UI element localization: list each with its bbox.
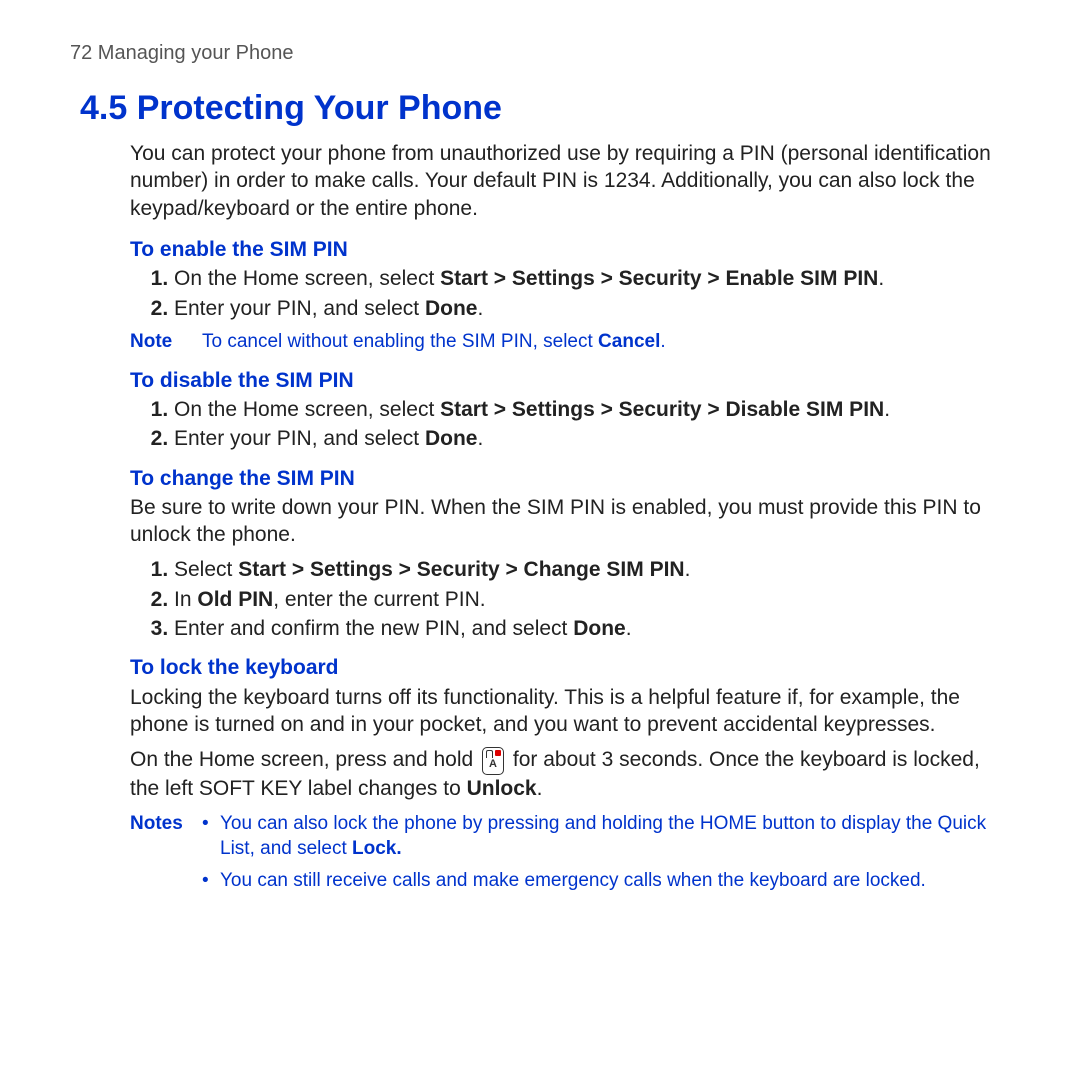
note-label: Note [130, 330, 202, 355]
text: You can also lock the phone by pressing … [220, 813, 986, 859]
note-row: Note To cancel without enabling the SIM … [130, 330, 1010, 355]
page-header: 72 Managing your Phone [70, 40, 1010, 66]
bold-text: Unlock [467, 777, 537, 800]
lock-desc: Locking the keyboard turns off its funct… [130, 684, 1010, 739]
section-title: 4.5 Protecting Your Phone [80, 86, 1010, 130]
list-item: On the Home screen, select Start > Setti… [174, 265, 1010, 292]
notes-block: Notes You can also lock the phone by pre… [130, 812, 1010, 902]
text: Enter and confirm the new PIN, and selec… [174, 617, 573, 640]
change-desc: Be sure to write down your PIN. When the… [130, 494, 1010, 549]
subhead-disable-sim-pin: To disable the SIM PIN [130, 367, 1010, 394]
bold-text: Done [573, 617, 626, 640]
bold-text: Done [425, 297, 478, 320]
lock-instruction: On the Home screen, press and hold for a… [130, 746, 1010, 802]
bold-text: Done [425, 427, 478, 450]
bold-text: Lock. [352, 838, 402, 859]
text: To cancel without enabling the SIM PIN, … [202, 331, 598, 352]
steps-change-sim-pin: Select Start > Settings > Security > Cha… [130, 556, 1010, 642]
bold-text: Cancel [598, 331, 660, 352]
steps-enable-sim-pin: On the Home screen, select Start > Setti… [130, 265, 1010, 322]
text: . [884, 398, 890, 421]
notes-list: You can also lock the phone by pressing … [202, 812, 1010, 902]
note-body: To cancel without enabling the SIM PIN, … [202, 330, 1010, 355]
text: . [685, 558, 691, 581]
text: In [174, 588, 197, 611]
text: On the Home screen, press and hold [130, 748, 479, 771]
intro-paragraph: You can protect your phone from unauthor… [130, 140, 1010, 222]
bold-text: Start > Settings > Security > Disable SI… [440, 398, 884, 421]
list-item: You can still receive calls and make eme… [202, 869, 1010, 894]
text: . [626, 617, 632, 640]
subhead-change-sim-pin: To change the SIM PIN [130, 465, 1010, 492]
notes-label: Notes [130, 812, 202, 902]
list-item: Select Start > Settings > Security > Cha… [174, 556, 1010, 583]
text: . [477, 427, 483, 450]
steps-disable-sim-pin: On the Home screen, select Start > Setti… [130, 396, 1010, 453]
list-item: Enter and confirm the new PIN, and selec… [174, 615, 1010, 642]
subhead-enable-sim-pin: To enable the SIM PIN [130, 236, 1010, 263]
bold-text: Start > Settings > Security > Change SIM… [238, 558, 684, 581]
text: . [477, 297, 483, 320]
text: On the Home screen, select [174, 267, 440, 290]
list-item: On the Home screen, select Start > Setti… [174, 396, 1010, 423]
list-item: In Old PIN, enter the current PIN. [174, 586, 1010, 613]
text: Enter your PIN, and select [174, 427, 425, 450]
home-key-icon [482, 747, 504, 775]
list-item: You can also lock the phone by pressing … [202, 812, 1010, 861]
text: You can still receive calls and make eme… [220, 870, 926, 891]
list-item: Enter your PIN, and select Done. [174, 425, 1010, 452]
text: Enter your PIN, and select [174, 297, 425, 320]
text: Select [174, 558, 238, 581]
text: , enter the current PIN. [273, 588, 485, 611]
bold-text: Old PIN [197, 588, 273, 611]
text: . [660, 331, 665, 352]
text: On the Home screen, select [174, 398, 440, 421]
list-item: Enter your PIN, and select Done. [174, 295, 1010, 322]
text: . [537, 777, 543, 800]
subhead-lock-keyboard: To lock the keyboard [130, 654, 1010, 681]
text: . [878, 267, 884, 290]
bold-text: Start > Settings > Security > Enable SIM… [440, 267, 878, 290]
